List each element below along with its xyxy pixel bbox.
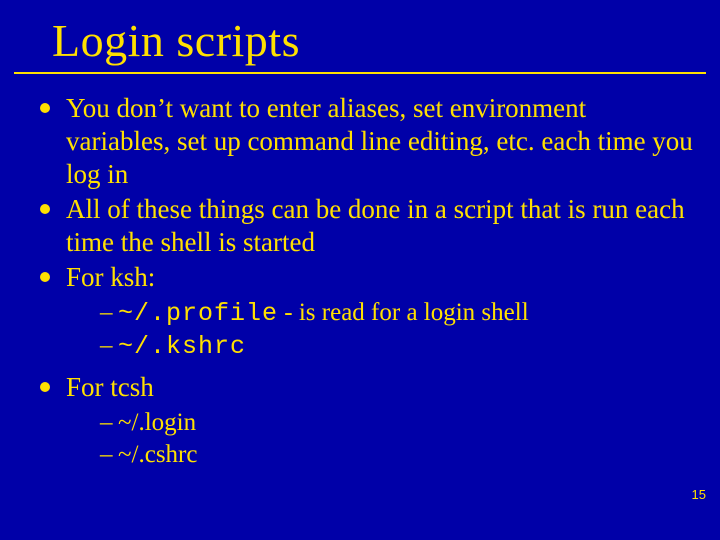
slide-body: You don’t want to enter aliases, set env…	[36, 92, 696, 479]
sub-bullet-item: ~/.profile - is read for a login shell	[100, 298, 696, 330]
bullet-text: For tcsh	[66, 372, 154, 402]
bullet-list: You don’t want to enter aliases, set env…	[36, 92, 696, 471]
sub-bullet-text: ~/.cshrc	[118, 441, 197, 468]
sub-bullet-item: ~/.login	[100, 408, 696, 439]
sub-bullet-text: - is read for a login shell	[278, 299, 529, 326]
bullet-item: All of these things can be done in a scr…	[36, 193, 696, 259]
bullet-item: For tcsh ~/.login ~/.cshrc	[36, 371, 696, 471]
code-text: ~/.kshrc	[118, 332, 246, 361]
bullet-text: You don’t want to enter aliases, set env…	[66, 93, 693, 189]
bullet-item: For ksh: ~/.profile - is read for a logi…	[36, 261, 696, 363]
sub-bullet-list: ~/.profile - is read for a login shell ~…	[66, 298, 696, 363]
title-underline	[14, 72, 706, 74]
bullet-text: All of these things can be done in a scr…	[66, 194, 685, 257]
sub-bullet-item: ~/.kshrc	[100, 331, 696, 363]
sub-bullet-text: ~/.login	[118, 409, 196, 436]
slide: Login scripts You don’t want to enter al…	[0, 0, 720, 540]
bullet-text: For ksh:	[66, 262, 155, 292]
slide-title: Login scripts	[52, 14, 300, 67]
bullet-item: You don’t want to enter aliases, set env…	[36, 92, 696, 191]
sub-bullet-list: ~/.login ~/.cshrc	[66, 408, 696, 471]
page-number: 15	[692, 487, 706, 502]
sub-bullet-item: ~/.cshrc	[100, 440, 696, 471]
code-text: ~/.profile	[118, 299, 278, 328]
